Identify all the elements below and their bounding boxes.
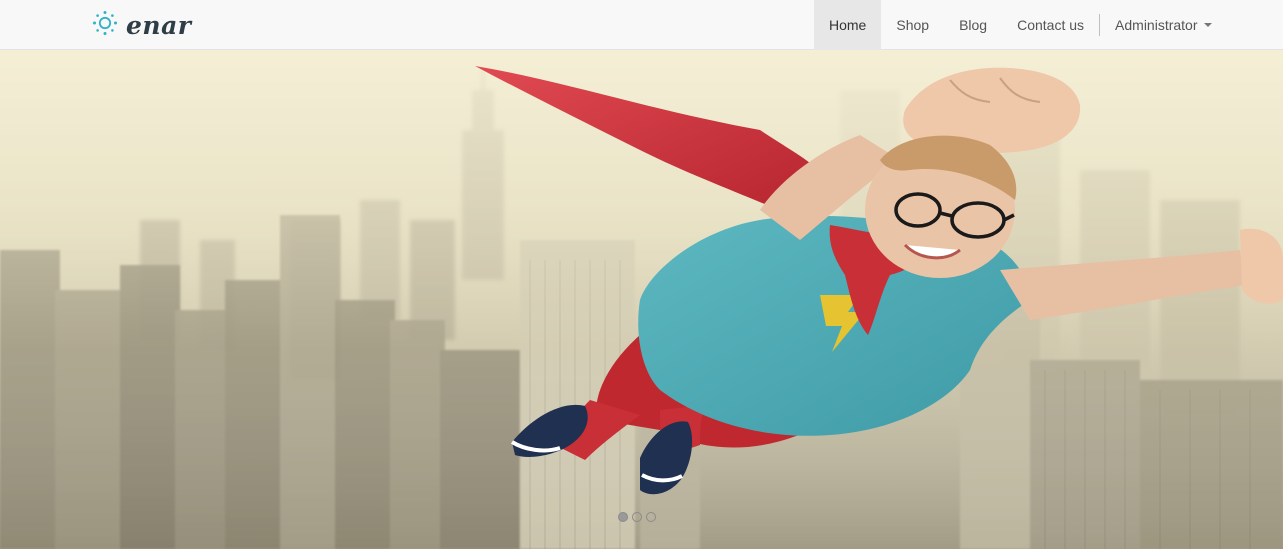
- nav-contact[interactable]: Contact us: [1002, 0, 1099, 50]
- carousel-dot-1[interactable]: [618, 512, 628, 522]
- hero-carousel[interactable]: [0, 50, 1283, 549]
- carousel-dot-3[interactable]: [646, 512, 656, 522]
- user-menu-dropdown[interactable]: Administrator: [1100, 0, 1226, 50]
- hero-image: [0, 50, 1283, 549]
- carousel-dot-2[interactable]: [632, 512, 642, 522]
- main-nav: Home Shop Blog Contact us Administrator: [814, 0, 1227, 50]
- nav-shop[interactable]: Shop: [881, 0, 944, 50]
- brand-logo[interactable]: enar: [92, 10, 191, 40]
- carousel-indicators: [618, 512, 656, 522]
- nav-home[interactable]: Home: [814, 0, 882, 50]
- brand-name: enar: [126, 10, 192, 40]
- sun-icon: [92, 10, 118, 41]
- caret-down-icon: [1203, 23, 1212, 27]
- nav-blog[interactable]: Blog: [944, 0, 1002, 50]
- user-menu-label: Administrator: [1115, 17, 1198, 33]
- navbar: enar Home Shop Blog Contact us Administr…: [0, 0, 1283, 50]
